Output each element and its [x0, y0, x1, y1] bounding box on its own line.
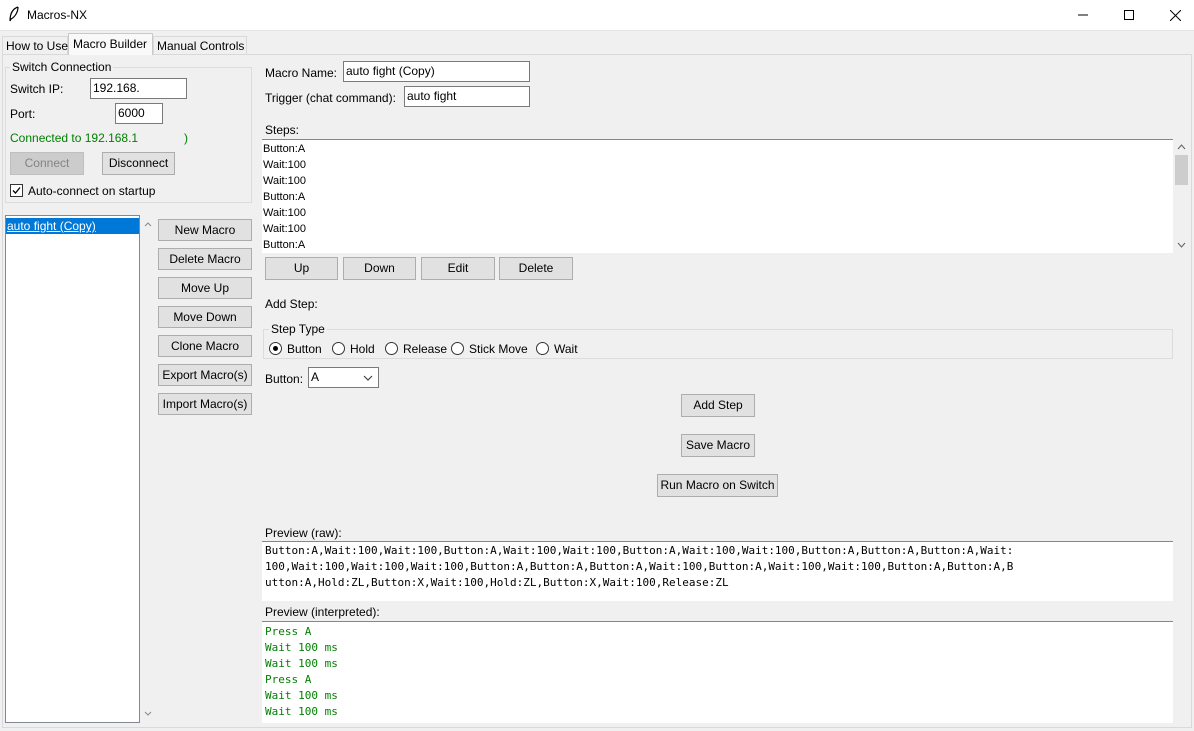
move-up-button[interactable]: Move Up — [158, 277, 252, 299]
autoconnect-label: Auto-connect on startup — [28, 184, 156, 198]
close-button[interactable] — [1152, 0, 1194, 30]
macro-list-scrollbar[interactable] — [141, 215, 155, 723]
step-item[interactable]: Wait:100 — [262, 205, 1173, 221]
chevron-down-icon — [363, 375, 373, 381]
tab-macro-builder[interactable]: Macro Builder — [68, 33, 153, 55]
step-delete-button[interactable]: Delete — [499, 257, 573, 280]
port-label: Port: — [10, 107, 36, 121]
button-select-value: A — [311, 370, 320, 384]
step-up-button[interactable]: Up — [265, 257, 338, 280]
export-macros-button[interactable]: Export Macro(s) — [158, 364, 252, 386]
switch-connection-title: Switch Connection — [10, 60, 114, 74]
macro-name-label: Macro Name: — [265, 66, 338, 80]
new-macro-button[interactable]: New Macro — [158, 219, 252, 241]
tab-manual-controls[interactable]: Manual Controls — [153, 36, 247, 55]
step-item[interactable]: Wait:100 — [262, 157, 1173, 173]
step-type-title: Step Type — [269, 322, 327, 336]
interpreted-line: Wait 100 ms — [265, 705, 338, 718]
radio-button-label: Button — [287, 342, 322, 356]
connection-status: Connected to 192.168.1 — [10, 131, 139, 145]
chevron-down-icon[interactable] — [141, 706, 155, 720]
radio-release-type[interactable] — [385, 342, 398, 355]
disconnect-button[interactable]: Disconnect — [102, 152, 175, 175]
add-step-label: Add Step: — [265, 297, 318, 311]
macro-listbox[interactable]: auto fight (Copy) — [5, 215, 140, 723]
radio-release-label: Release — [403, 342, 448, 356]
preview-interpreted-label: Preview (interpreted): — [265, 605, 380, 619]
step-type-group — [263, 329, 1173, 359]
steps-scroll-thumb[interactable] — [1175, 155, 1188, 185]
preview-interpreted-text[interactable]: Press A Wait 100 ms Wait 100 ms Press A … — [262, 621, 1173, 723]
title-bar: Macros-NX — [0, 0, 1194, 31]
add-step-button[interactable]: Add Step — [681, 394, 755, 417]
steps-listbox[interactable]: Button:A Wait:100 Wait:100 Button:A Wait… — [262, 139, 1173, 253]
check-icon — [12, 187, 21, 194]
radio-stick-move-label: Stick Move — [469, 342, 528, 356]
steps-scrollbar[interactable] — [1173, 139, 1190, 253]
step-item[interactable]: Button:A — [262, 141, 1173, 157]
step-edit-button[interactable]: Edit — [421, 257, 495, 280]
radio-wait-type[interactable] — [536, 342, 549, 355]
connection-status-tail: ) — [184, 131, 188, 145]
maximize-button[interactable] — [1106, 0, 1152, 30]
macro-list-item[interactable]: auto fight (Copy) — [6, 218, 139, 234]
interpreted-line: Press A — [265, 625, 312, 638]
autoconnect-checkbox[interactable] — [10, 184, 23, 197]
preview-raw-text[interactable]: Button:A,Wait:100,Wait:100,Button:A,Wait… — [262, 541, 1173, 601]
tab-how-to-use[interactable]: How to Use — [2, 36, 68, 55]
clone-macro-button[interactable]: Clone Macro — [158, 335, 252, 357]
preview-raw-line: Button:A,Wait:100,Wait:100,Button:A,Wait… — [265, 544, 1014, 557]
save-macro-button[interactable]: Save Macro — [681, 434, 755, 457]
step-down-button[interactable]: Down — [343, 257, 416, 280]
preview-raw-line: utton:A,Hold:ZL,Button:X,Wait:100,Hold:Z… — [265, 576, 729, 589]
macro-name-input[interactable]: auto fight (Copy) — [343, 61, 530, 82]
feather-icon — [8, 6, 20, 25]
step-item[interactable]: Wait:100 — [262, 173, 1173, 189]
preview-raw-label: Preview (raw): — [265, 526, 342, 540]
radio-hold-type[interactable] — [332, 342, 345, 355]
interpreted-line: Wait 100 ms — [265, 657, 338, 670]
import-macros-button[interactable]: Import Macro(s) — [158, 393, 252, 415]
move-down-button[interactable]: Move Down — [158, 306, 252, 328]
window-title: Macros-NX — [27, 8, 88, 22]
radio-hold-label: Hold — [350, 342, 375, 356]
run-macro-button[interactable]: Run Macro on Switch — [657, 474, 778, 497]
radio-wait-label: Wait — [554, 342, 578, 356]
interpreted-line: Wait 100 ms — [265, 641, 338, 654]
delete-macro-button[interactable]: Delete Macro — [158, 248, 252, 270]
radio-button-type[interactable] — [269, 342, 282, 355]
step-item[interactable]: Wait:100 — [262, 221, 1173, 237]
button-select[interactable]: A — [308, 367, 379, 388]
radio-stick-move-type[interactable] — [451, 342, 464, 355]
trigger-label: Trigger (chat command): — [265, 91, 396, 105]
switch-ip-input[interactable]: 192.168. — [90, 78, 187, 99]
step-item[interactable]: Button:A — [262, 189, 1173, 205]
chevron-up-icon[interactable] — [141, 218, 155, 232]
interpreted-line: Press A — [265, 673, 312, 686]
minimize-button[interactable] — [1060, 0, 1106, 30]
preview-raw-line: 100,Wait:100,Wait:100,Wait:100,Button:A,… — [265, 560, 1014, 573]
switch-ip-label: Switch IP: — [10, 82, 64, 96]
chevron-up-icon[interactable] — [1173, 141, 1190, 153]
chevron-down-icon[interactable] — [1173, 239, 1190, 251]
trigger-input[interactable]: auto fight — [404, 86, 530, 107]
steps-label: Steps: — [265, 123, 300, 137]
connect-button[interactable]: Connect — [10, 152, 84, 175]
port-input[interactable]: 6000 — [115, 103, 163, 124]
step-item[interactable]: Button:A — [262, 237, 1173, 253]
button-select-label: Button: — [265, 372, 304, 386]
interpreted-line: Wait 100 ms — [265, 689, 338, 702]
